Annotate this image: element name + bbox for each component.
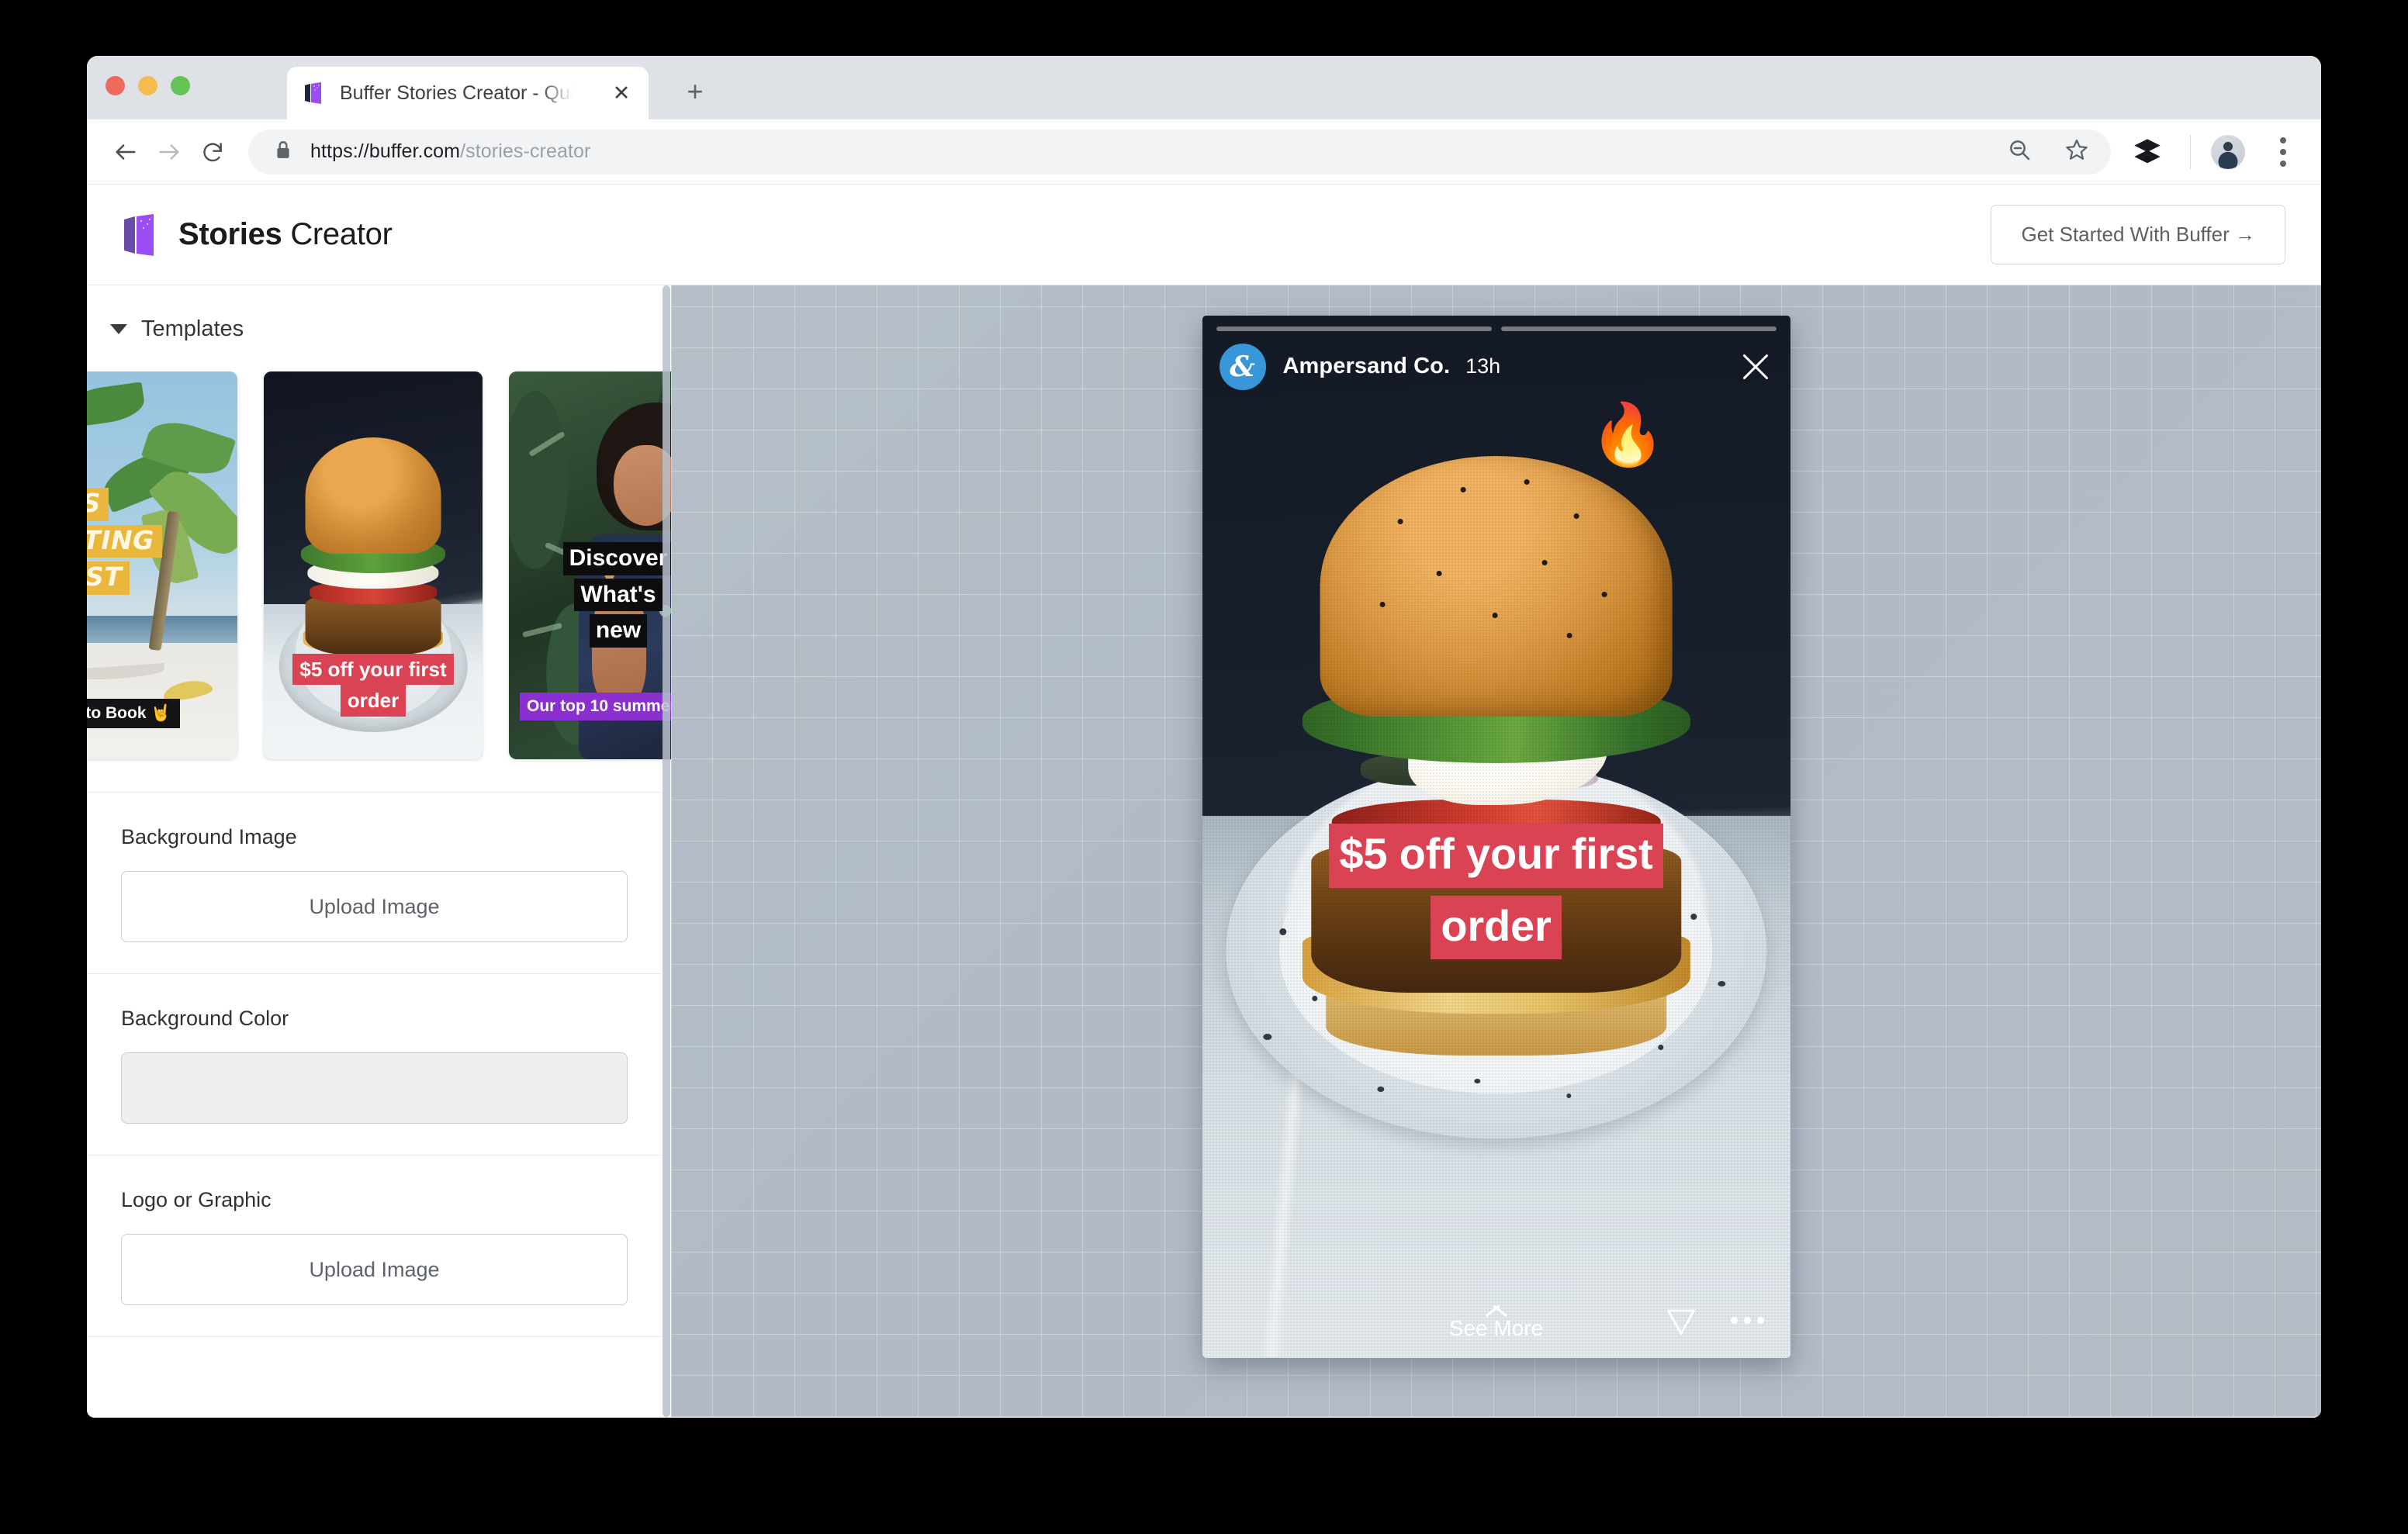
browser-toolbar: https://buffer.com/stories-creator — [87, 119, 2321, 185]
background-color-swatch[interactable] — [121, 1052, 628, 1124]
story-progress-bar[interactable] — [1500, 326, 1777, 331]
minimize-window-button[interactable] — [138, 76, 157, 95]
template-headline: $5 off your first order — [264, 653, 483, 717]
app-body: Templates TING ST to Book 🤘 $5 off your … — [87, 285, 2321, 1417]
background-color-section: Background Color — [87, 973, 662, 1155]
story-footer: See More — [1202, 1294, 1790, 1341]
close-window-button[interactable] — [106, 76, 125, 95]
templates-label: Templates — [141, 316, 244, 341]
story-canvas: & Ampersand Co. 13h 🔥 $5 off your first … — [671, 285, 2321, 1417]
template-headline: FARES STARTING AT JUST $59 — [87, 488, 162, 636]
maximize-window-button[interactable] — [171, 76, 190, 95]
template-footer-caption: Our top 10 summer pi — [520, 693, 671, 720]
browser-tab-strip: Buffer Stories Creator - Quickly ✕ + — [87, 56, 2321, 119]
story-progress-bar[interactable] — [1216, 326, 1492, 331]
logo-or-graphic-section: Logo or Graphic Upload Image — [87, 1155, 662, 1336]
background-image-section: Background Image Upload Image — [87, 792, 662, 973]
buffer-layers-extension-icon[interactable] — [2125, 136, 2170, 168]
background-color-label: Background Color — [121, 1007, 289, 1030]
back-button[interactable] — [104, 130, 147, 174]
headline-line: order — [340, 685, 407, 717]
footer-caption-text: Our top 10 summer pi — [520, 693, 671, 720]
templates-section-header[interactable]: Templates — [87, 285, 662, 342]
story-timestamp: 13h — [1465, 354, 1501, 378]
browser-tab-title: Buffer Stories Creator - Quickly — [340, 81, 573, 104]
caption-line: order — [1431, 895, 1562, 960]
close-icon[interactable] — [1738, 349, 1773, 385]
toolbar-right-group — [2125, 134, 2304, 169]
buffer-book-favicon-icon — [303, 81, 326, 105]
see-more-button[interactable]: See More — [1449, 1294, 1543, 1341]
story-username: Ampersand Co. — [1282, 354, 1451, 378]
address-bar[interactable]: https://buffer.com/stories-creator — [248, 129, 2111, 174]
lock-icon — [275, 140, 292, 164]
sidebar-bottom-divider — [87, 1336, 662, 1367]
templates-carousel[interactable]: FARES STARTING AT JUST $59 Swipe Up to B… — [87, 371, 671, 759]
headline-line: STARTING — [87, 524, 162, 558]
fire-emoji-sticker[interactable]: 🔥 — [1590, 405, 1666, 465]
headline-line: $5 off your first — [292, 653, 454, 686]
logo-or-graphic-label: Logo or Graphic — [121, 1188, 272, 1211]
story-preview[interactable]: & Ampersand Co. 13h 🔥 $5 off your first … — [1202, 315, 1790, 1358]
brand-bold-text: Stories — [178, 217, 282, 251]
url-text: https://buffer.com/stories-creator — [310, 140, 591, 162]
caption-line: $5 off your first — [1329, 824, 1663, 888]
chevron-down-icon[interactable] — [110, 324, 127, 334]
browser-tab[interactable]: Buffer Stories Creator - Quickly ✕ — [287, 67, 649, 119]
bookmark-star-icon[interactable] — [2064, 137, 2089, 166]
toolbar-divider — [2190, 134, 2191, 169]
stories-creator-logo-icon — [123, 213, 158, 257]
logo-upload-button[interactable]: Upload Image — [121, 1234, 628, 1305]
headline-line: What's — [574, 578, 663, 612]
headline-line: new — [589, 614, 648, 648]
user-avatar[interactable] — [2211, 134, 2245, 169]
get-started-button[interactable]: Get Started With Buffer → — [1991, 205, 2285, 264]
scrollbar-thumb[interactable] — [663, 285, 670, 1417]
zoom-out-icon[interactable] — [2007, 137, 2032, 166]
template-card-travel-fares[interactable]: FARES STARTING AT JUST $59 Swipe Up to B… — [87, 371, 237, 759]
sidebar-scroll-area: Templates TING ST to Book 🤘 $5 off your … — [87, 285, 671, 1417]
story-progress-bars — [1216, 326, 1777, 331]
headline-line: FARES — [87, 488, 109, 521]
template-footer-caption: Swipe Up to Book 🤘 — [87, 699, 181, 728]
background-image-upload-button[interactable]: Upload Image — [121, 871, 628, 942]
story-caption[interactable]: $5 off your first order — [1202, 824, 1790, 967]
browser-window: Buffer Stories Creator - Quickly ✕ + — [87, 56, 2321, 1418]
new-tab-button[interactable]: + — [678, 74, 712, 109]
reload-button[interactable] — [191, 130, 234, 174]
headline-line: AT JUST — [87, 561, 130, 595]
brand[interactable]: Stories Creator — [123, 213, 393, 257]
headline-line: Discover — [562, 542, 671, 575]
window-traffic-lights — [106, 76, 190, 95]
template-headline: Discover What's new — [509, 542, 671, 651]
see-more-label: See More — [1448, 1315, 1544, 1340]
brand-regular-text: Creator — [282, 217, 393, 251]
chevron-up-icon — [1483, 1294, 1510, 1307]
kebab-menu-icon[interactable] — [2262, 136, 2304, 167]
template-card-discover-whats-new[interactable]: Discover What's new Our top 10 summer pi — [509, 371, 671, 759]
sidebar: Templates TING ST to Book 🤘 $5 off your … — [87, 285, 671, 1417]
app-header: Stories Creator Get Started With Buffer … — [87, 185, 2321, 285]
tab-close-icon[interactable]: ✕ — [610, 81, 633, 105]
page-title: Stories Creator — [178, 217, 393, 252]
sidebar-scrollbar[interactable] — [662, 285, 671, 1417]
story-header: & Ampersand Co. 13h — [1219, 343, 1773, 390]
story-avatar[interactable]: & — [1219, 343, 1266, 390]
background-image-label: Background Image — [121, 825, 297, 848]
template-card-burger-discount[interactable]: $5 off your first order — [264, 371, 483, 759]
forward-button[interactable] — [147, 130, 191, 174]
